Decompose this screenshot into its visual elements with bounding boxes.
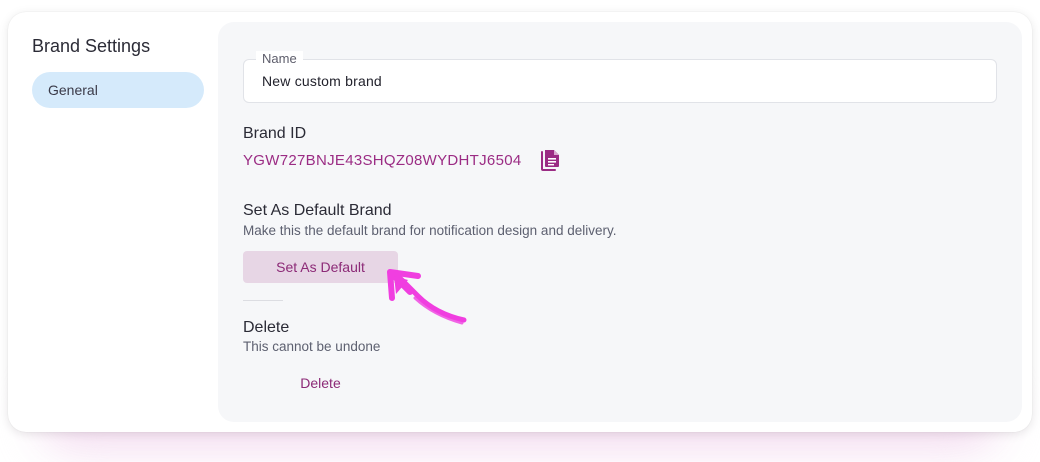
sidebar-item-label: General xyxy=(48,82,98,98)
settings-main-panel: Name New custom brand Brand ID YGW727BNJ… xyxy=(218,22,1022,422)
default-brand-heading: Set As Default Brand xyxy=(243,202,392,219)
default-brand-description: Make this the default brand for notifica… xyxy=(243,223,617,238)
copy-document-icon[interactable] xyxy=(540,148,562,172)
delete-heading: Delete xyxy=(243,319,290,336)
sidebar-title: Brand Settings xyxy=(32,36,151,56)
name-field[interactable]: Name New custom brand xyxy=(243,51,997,103)
settings-sidebar: Brand Settings General xyxy=(8,12,218,432)
set-as-default-button[interactable]: Set As Default xyxy=(243,251,398,283)
settings-card: Brand Settings General Name New custom b… xyxy=(8,12,1032,432)
delete-description: This cannot be undone xyxy=(243,339,381,354)
brand-id-heading: Brand ID xyxy=(243,125,307,142)
delete-button[interactable]: Delete xyxy=(243,372,398,394)
sidebar-item-general[interactable]: General xyxy=(32,72,204,108)
section-divider xyxy=(243,300,283,301)
name-field-label: Name xyxy=(256,51,303,67)
name-field-value[interactable]: New custom brand xyxy=(262,73,382,89)
brand-id-value: YGW727BNJE43SHQZ08WYDHTJ6504 xyxy=(243,152,522,169)
